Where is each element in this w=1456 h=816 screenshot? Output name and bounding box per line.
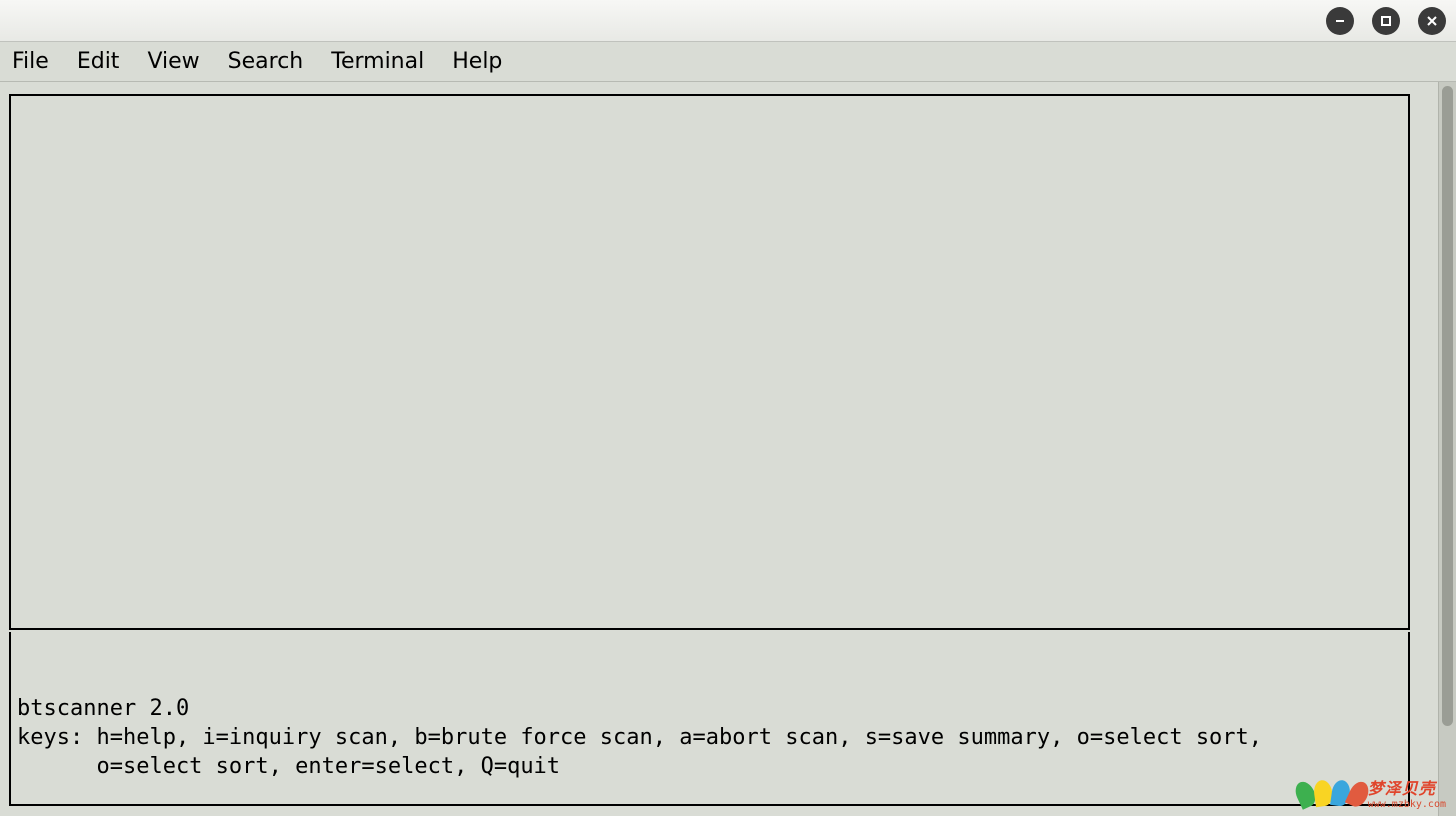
menubar: File Edit View Search Terminal Help bbox=[0, 42, 1456, 82]
terminal-area: btscanner 2.0 keys: h=help, i=inquiry sc… bbox=[0, 82, 1456, 816]
menu-search[interactable]: Search bbox=[228, 49, 304, 74]
minimize-button[interactable] bbox=[1326, 7, 1354, 35]
close-icon bbox=[1425, 14, 1439, 28]
titlebar bbox=[0, 0, 1456, 42]
btscanner-status-panel: btscanner 2.0 keys: h=help, i=inquiry sc… bbox=[9, 632, 1410, 806]
menu-view[interactable]: View bbox=[147, 49, 199, 74]
menu-file[interactable]: File bbox=[12, 49, 49, 74]
menu-edit[interactable]: Edit bbox=[77, 49, 120, 74]
maximize-button[interactable] bbox=[1372, 7, 1400, 35]
btscanner-results-panel bbox=[9, 94, 1410, 630]
menu-help[interactable]: Help bbox=[452, 49, 502, 74]
minimize-icon bbox=[1333, 14, 1347, 28]
app-version-line: btscanner 2.0 bbox=[17, 696, 189, 721]
menu-terminal[interactable]: Terminal bbox=[331, 49, 424, 74]
keys-line-2: o=select sort, enter=select, Q=quit bbox=[17, 754, 560, 779]
keys-line-1: keys: h=help, i=inquiry scan, b=brute fo… bbox=[17, 725, 1262, 750]
close-button[interactable] bbox=[1418, 7, 1446, 35]
maximize-icon bbox=[1379, 14, 1393, 28]
scrollbar-thumb[interactable] bbox=[1442, 86, 1453, 726]
terminal-main[interactable]: btscanner 2.0 keys: h=help, i=inquiry sc… bbox=[0, 82, 1438, 816]
scrollbar[interactable] bbox=[1438, 82, 1456, 816]
